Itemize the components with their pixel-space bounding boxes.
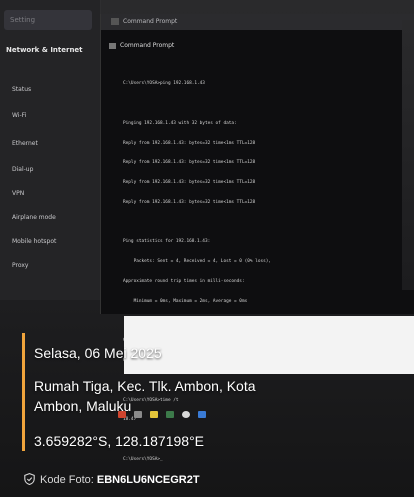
sidebar-item-dialup[interactable]: Dial-up [12, 166, 33, 173]
terminal-line: 18.47 [123, 417, 137, 423]
sidebar-item-proxy[interactable]: Proxy [12, 262, 28, 269]
photo-code: Kode Foto: EBN6LU6NCEGR2T [24, 473, 200, 486]
terminal-line: C:\Users\YOSA>_ [123, 457, 163, 463]
timestamp-date: Selasa, 06 Mei 2025 [34, 345, 162, 361]
shield-check-icon [24, 473, 35, 485]
photo-code-label: Kode Foto: [40, 474, 94, 486]
command-prompt-window[interactable]: Command Prompt Command Prompt C:\Users\Y… [100, 14, 414, 462]
cmd-header: Command Prompt [109, 42, 174, 49]
taskbar-icons [118, 404, 214, 418]
sidebar-item-ethernet[interactable]: Ethernet [12, 140, 38, 147]
folder-icon[interactable] [150, 411, 158, 418]
cmd-titlebar[interactable]: Command Prompt [101, 14, 414, 30]
settings-sidebar: Setting Network & Internet Status Wi-Fi … [0, 0, 101, 300]
sidebar-item-vpn[interactable]: VPN [12, 190, 24, 197]
cmd-window-icon [111, 18, 119, 25]
monitor-screen: Setting Network & Internet Status Wi-Fi … [0, 0, 414, 497]
screen-glare [124, 316, 414, 374]
app-icon[interactable] [166, 411, 174, 418]
terminal-line: C:\Users\YOSA>ping 192.168.1.43 [123, 81, 205, 87]
store-icon[interactable] [198, 411, 206, 418]
sidebar-item-status[interactable]: Status [12, 86, 31, 93]
terminal-line: Reply from 192.168.1.43: bytes=32 time<1… [123, 160, 256, 166]
settings-icon[interactable] [182, 411, 190, 418]
search-icon[interactable] [134, 411, 142, 418]
cmd-icon [109, 42, 116, 49]
terminal-line: Packets: Sent = 4, Received = 4, Lost = … [123, 259, 272, 265]
overlay-accent-bar [22, 333, 25, 451]
window-right-edge [402, 20, 414, 290]
cmd-window-title: Command Prompt [123, 18, 178, 25]
location-address-line2: Ambon, Maluku [34, 398, 132, 414]
terminal-line: Reply from 192.168.1.43: bytes=32 time<1… [123, 199, 256, 205]
location-address-line1: Rumah Tiga, Kec. Tlk. Ambon, Kota [34, 378, 256, 394]
sidebar-item-mobile-hotspot[interactable]: Mobile hotspot [12, 238, 56, 245]
browser-icon[interactable] [118, 411, 126, 418]
terminal-line: Reply from 192.168.1.43: bytes=32 time<1… [123, 140, 256, 146]
settings-section-title: Network & Internet [6, 46, 83, 54]
sidebar-item-wifi[interactable]: Wi-Fi [12, 112, 26, 119]
terminal-line: Approximate round trip times in milli-se… [123, 279, 245, 284]
sidebar-item-airplane-mode[interactable]: Airplane mode [12, 214, 56, 221]
terminal-line: Minimum = 0ms, Maximum = 2ms, Average = … [123, 298, 248, 304]
gps-coordinates: 3.659282°S, 128.187198°E [34, 433, 205, 449]
terminal-line: Ping statistics for 192.168.1.43: [123, 239, 211, 245]
terminal-line: Reply from 192.168.1.43: bytes=32 time<1… [123, 180, 256, 186]
terminal-line: Pinging 192.168.1.43 with 32 bytes of da… [123, 120, 237, 126]
photo-code-value: EBN6LU6NCEGR2T [96, 474, 200, 486]
cmd-header-label: Command Prompt [120, 42, 175, 49]
settings-search-input[interactable]: Setting [4, 10, 92, 30]
